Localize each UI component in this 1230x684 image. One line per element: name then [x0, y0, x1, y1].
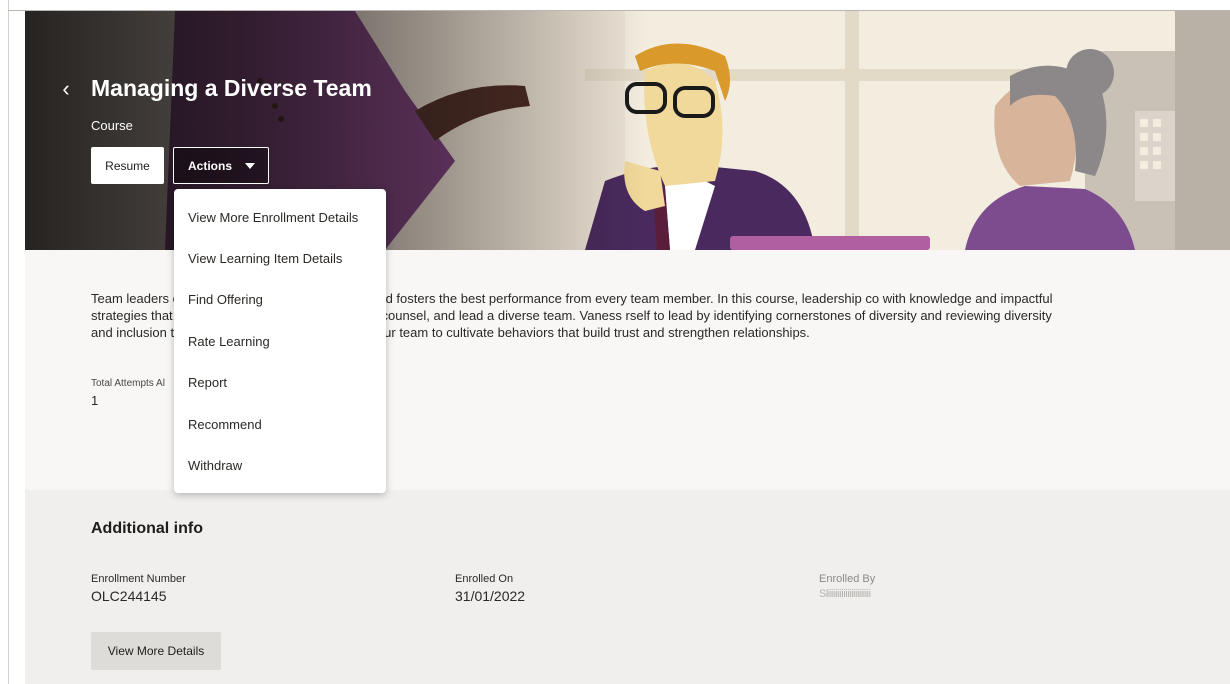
actions-button-label: Actions	[188, 158, 233, 173]
attempts-label: Total Attempts Al	[91, 378, 165, 389]
left-border	[8, 0, 9, 684]
caret-down-icon	[245, 163, 255, 169]
attempts-value: 1	[91, 393, 99, 408]
view-more-details-label: View More Details	[107, 644, 205, 658]
menu-item-report[interactable]: Report	[174, 365, 386, 401]
enrollment-number-value: OLC244145	[91, 588, 167, 604]
enrolled-by-field: Enrolled By Sliiiiiiiiiiiiiiiiiiiiii	[819, 573, 875, 600]
additional-info-heading: Additional info	[91, 520, 203, 537]
menu-item-recommend[interactable]: Recommend	[174, 407, 386, 443]
menu-item-view-learning-item-details[interactable]: View Learning Item Details	[174, 241, 386, 277]
actions-button[interactable]: Actions	[173, 147, 269, 184]
course-title: Managing a Diverse Team	[91, 75, 372, 101]
enrollment-number-field: Enrollment Number OLC244145	[91, 573, 186, 604]
actions-menu: View More Enrollment Details View Learni…	[174, 189, 386, 493]
back-button[interactable]: ‹	[55, 77, 77, 101]
enrolled-by-label: Enrolled By	[819, 573, 876, 585]
menu-item-view-more-enrollment-details[interactable]: View More Enrollment Details	[174, 200, 386, 236]
enrolled-on-field: Enrolled On 31/01/2022	[455, 573, 525, 604]
enrollment-number-label: Enrollment Number	[91, 573, 186, 585]
resume-button-label: Resume	[105, 158, 150, 173]
course-type: Course	[91, 118, 133, 133]
view-more-details-button[interactable]: View More Details	[91, 632, 221, 670]
enrolled-by-value: Sliiiiiiiiiiiiiiiiiiiiii	[819, 588, 871, 600]
enrolled-on-label: Enrolled On	[455, 573, 514, 585]
menu-item-rate-learning[interactable]: Rate Learning	[174, 324, 386, 360]
enrolled-on-value: 31/01/2022	[455, 588, 526, 604]
resume-button[interactable]: Resume	[91, 147, 164, 184]
chevron-left-icon: ‹	[62, 76, 70, 101]
menu-item-find-offering[interactable]: Find Offering	[174, 282, 386, 318]
menu-item-withdraw[interactable]: Withdraw	[174, 448, 386, 484]
